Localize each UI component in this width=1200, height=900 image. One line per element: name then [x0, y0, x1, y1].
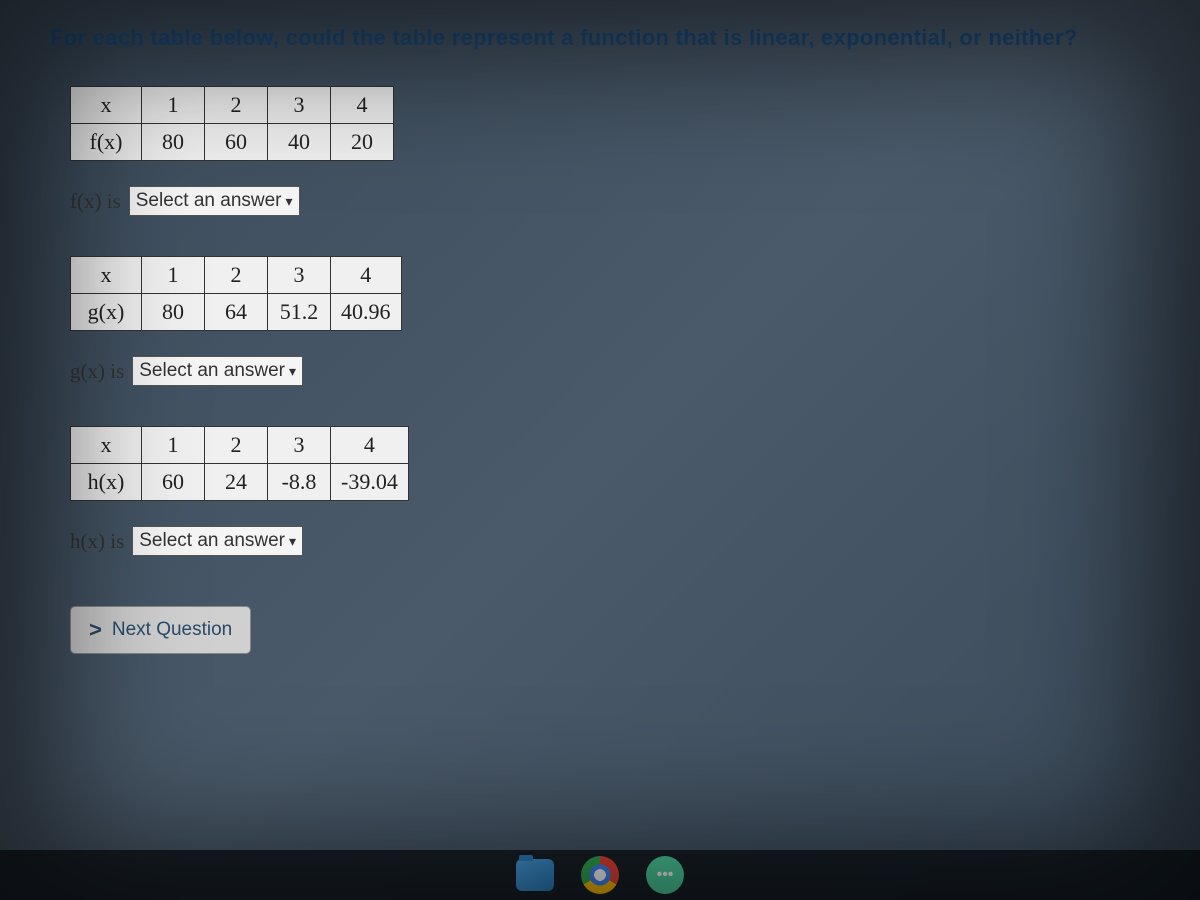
- answer-label-f: f(x) is: [70, 189, 121, 214]
- chevron-down-icon: ▾: [289, 533, 296, 550]
- table-g-x-label: x: [71, 257, 142, 294]
- chrome-app-icon[interactable]: [580, 855, 620, 895]
- table-g-y-label: g(x): [71, 294, 142, 331]
- table-cell: 20: [331, 124, 394, 161]
- select-answer-h[interactable]: Select an answer ▾: [132, 526, 303, 556]
- chevron-right-icon: >: [89, 617, 102, 643]
- table-cell: 2: [205, 427, 268, 464]
- chat-app-icon[interactable]: •••: [645, 855, 685, 895]
- table-h: x 1 2 3 4 h(x) 60 24 -8.8 -39.04: [70, 426, 1150, 501]
- answer-label-h: h(x) is: [70, 529, 124, 554]
- files-app-icon[interactable]: [515, 855, 555, 895]
- table-cell: -39.04: [331, 464, 409, 501]
- table-cell: 80: [142, 124, 205, 161]
- table-cell: 64: [205, 294, 268, 331]
- taskbar: •••: [0, 850, 1200, 900]
- table-cell: 2: [205, 257, 268, 294]
- select-placeholder: Select an answer: [139, 530, 285, 552]
- select-placeholder: Select an answer: [139, 360, 285, 382]
- table-cell: -8.8: [268, 464, 331, 501]
- answer-label-g: g(x) is: [70, 359, 124, 384]
- table-cell: 4: [331, 427, 409, 464]
- table-cell: 51.2: [268, 294, 331, 331]
- select-placeholder: Select an answer: [136, 190, 282, 212]
- table-h-y-label: h(x): [71, 464, 142, 501]
- chevron-down-icon: ▾: [289, 363, 296, 380]
- table-f: x 1 2 3 4 f(x) 80 60 40 20: [70, 86, 1150, 161]
- select-answer-f[interactable]: Select an answer ▾: [129, 186, 300, 216]
- answer-row-h: h(x) is Select an answer ▾: [70, 526, 1150, 556]
- answer-row-g: g(x) is Select an answer ▾: [70, 356, 1150, 386]
- chrome-icon: [581, 856, 619, 894]
- table-cell: 1: [142, 257, 205, 294]
- table-cell: 60: [205, 124, 268, 161]
- table-cell: 1: [142, 427, 205, 464]
- table-h-x-label: x: [71, 427, 142, 464]
- table-cell: 40.96: [331, 294, 402, 331]
- folder-icon: [516, 859, 554, 891]
- question-text: For each table below, could the table re…: [50, 25, 1150, 51]
- table-cell: 3: [268, 427, 331, 464]
- table-cell: 40: [268, 124, 331, 161]
- table-cell: 4: [331, 87, 394, 124]
- table-g: x 1 2 3 4 g(x) 80 64 51.2 40.96: [70, 256, 1150, 331]
- chevron-down-icon: ▾: [286, 193, 293, 210]
- chat-icon: •••: [646, 856, 684, 894]
- table-cell: 60: [142, 464, 205, 501]
- select-answer-g[interactable]: Select an answer ▾: [132, 356, 303, 386]
- table-cell: 3: [268, 87, 331, 124]
- table-cell: 4: [331, 257, 402, 294]
- table-cell: 1: [142, 87, 205, 124]
- next-question-button[interactable]: > Next Question: [70, 606, 251, 654]
- table-f-x-label: x: [71, 87, 142, 124]
- table-cell: 2: [205, 87, 268, 124]
- table-cell: 80: [142, 294, 205, 331]
- next-button-label: Next Question: [112, 619, 232, 641]
- answer-row-f: f(x) is Select an answer ▾: [70, 186, 1150, 216]
- table-f-y-label: f(x): [71, 124, 142, 161]
- table-cell: 24: [205, 464, 268, 501]
- table-cell: 3: [268, 257, 331, 294]
